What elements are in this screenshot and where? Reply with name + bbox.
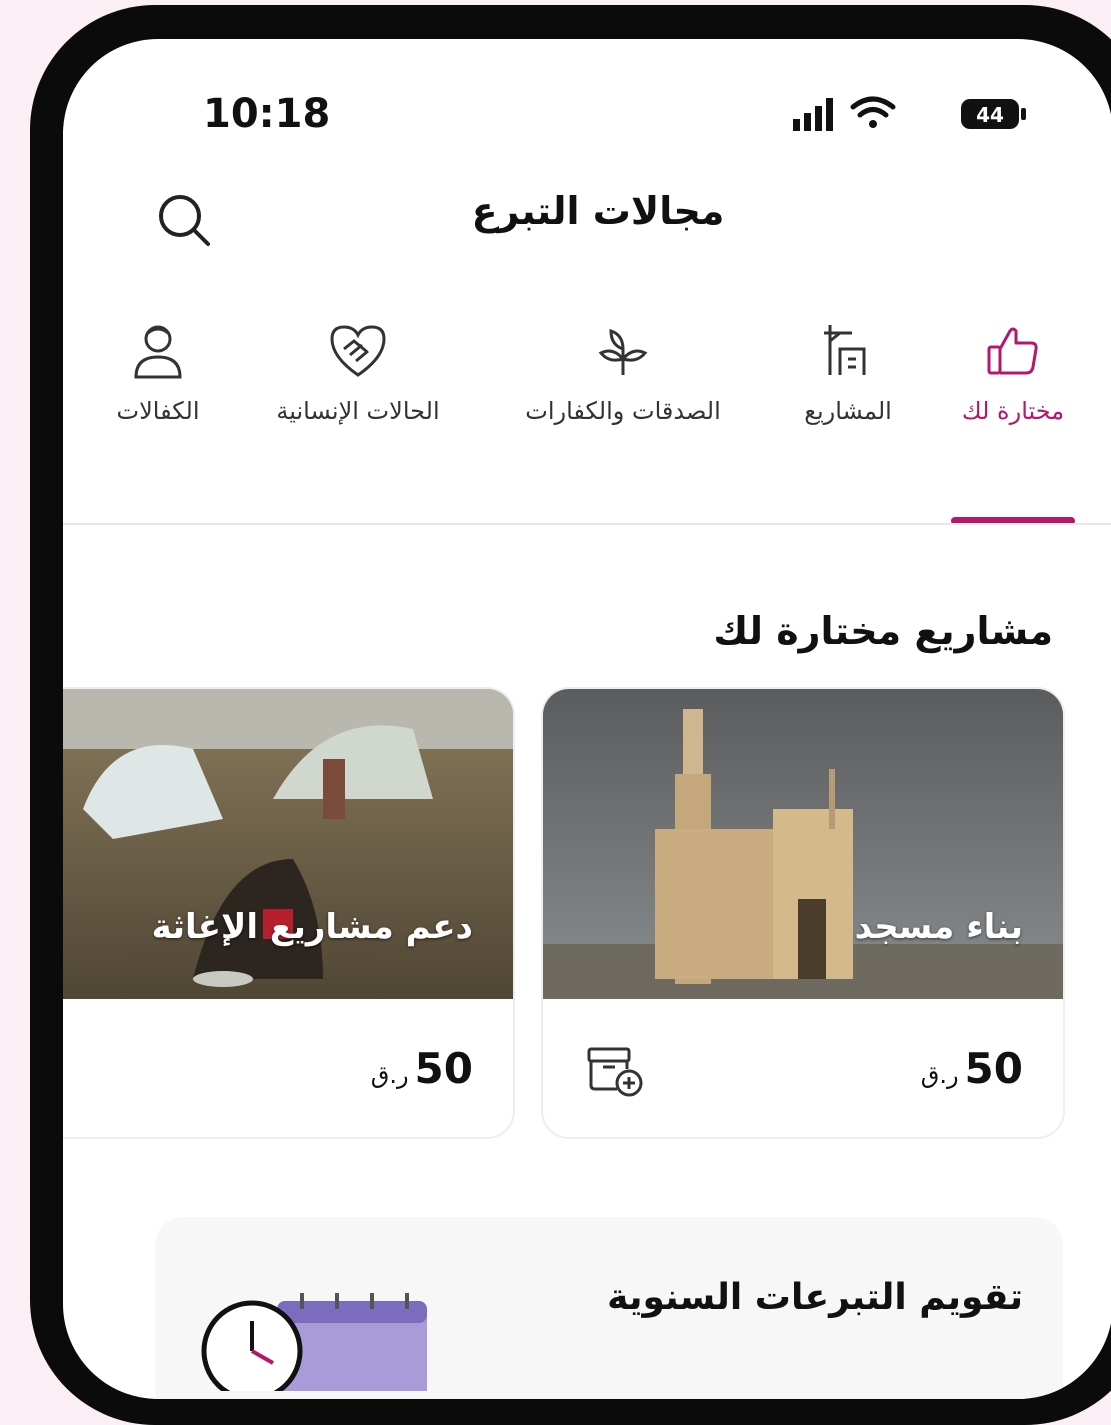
tab-label: المشاريع [804,397,892,425]
search-icon[interactable] [153,189,217,253]
price-currency: ر.ق [370,1061,409,1089]
heart-handshake-icon [330,325,386,377]
annual-calendar-banner[interactable]: تقويم التبرعات السنوية [155,1217,1063,1399]
app-screen: 10:18 44 مجالات التبرع مختارة لك المشاري… [63,39,1111,1399]
project-card[interactable]: بناء مسجد 50ر.ق [541,687,1065,1139]
price-amount: 50 [964,1044,1023,1093]
page-title: مجالات التبرع [471,189,725,233]
tab-label: الكفالات [116,397,200,425]
tabs-divider [63,523,1111,525]
phone-frame: 10:18 44 مجالات التبرع مختارة لك المشاري… [30,5,1111,1425]
wifi-icon [850,96,896,128]
section-title: مشاريع مختارة لك [713,609,1053,653]
plant-leaves-icon [598,328,648,375]
project-card[interactable]: دعم مشاريع الإغاثة 50ر.ق [63,687,515,1139]
person-icon [134,325,182,379]
building-crane-icon [824,325,866,375]
price-amount: 50 [414,1044,473,1093]
calendar-title: تقويم التبرعات السنوية [607,1277,1023,1318]
price-currency: ر.ق [920,1061,959,1089]
card-price: 50ر.ق [921,1044,1023,1093]
battery-level: 44 [976,103,1004,127]
tab-sponsorships[interactable]: الكفالات [93,319,223,489]
tab-projects[interactable]: المشاريع [783,319,913,489]
battery-icon: 44 [961,99,1026,129]
status-time: 10:18 [203,91,331,137]
add-to-basket-icon[interactable] [583,1035,653,1105]
mosque-photo [543,689,1063,999]
card-price: 50ر.ق [371,1044,473,1093]
status-icons: 44 [793,96,1026,131]
tab-for-you[interactable]: مختارة لك [943,319,1083,489]
card-title: بناء مسجد [854,907,1023,947]
tab-label: الحالات الإنسانية [276,397,440,425]
relief-camp-photo [63,689,513,999]
category-tabs: مختارة لك المشاريع الصدقات والكفارات الح… [63,319,1111,489]
tab-label: الصدقات والكفارات [525,397,721,425]
tab-label: مختارة لك [961,397,1065,425]
signal-icon [793,98,833,131]
tab-charity[interactable]: الصدقات والكفارات [503,319,743,489]
calendar-clock-icon [201,1293,427,1391]
card-title: دعم مشاريع الإغاثة [151,907,473,947]
thumbs-up-icon [987,327,1038,375]
tab-humanitarian[interactable]: الحالات الإنسانية [253,319,463,489]
